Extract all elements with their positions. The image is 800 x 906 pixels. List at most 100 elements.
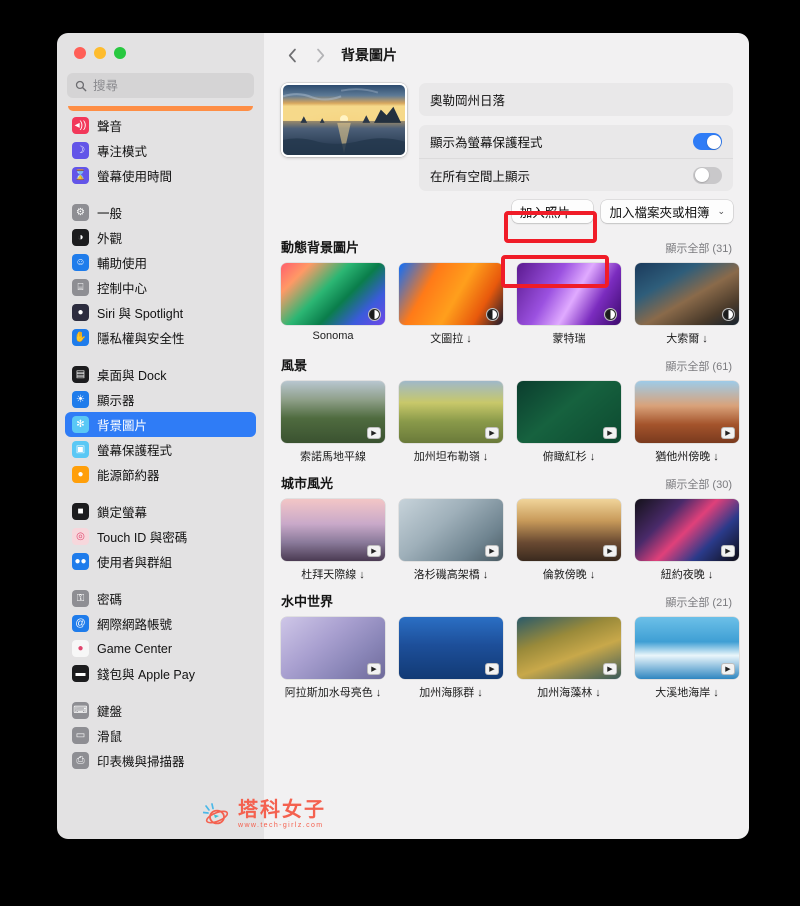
gallery-item[interactable]: ▶ 紐約夜晚 ↓ [635,499,739,582]
sidebar-item-wallpaper[interactable]: ✻ 背景圖片 [65,412,256,437]
wallpaper-thumbnail[interactable] [635,263,739,325]
gallery-item[interactable]: ▶ 加州海豚群 ↓ [399,617,503,700]
sidebar-item-label: 螢幕使用時間 [97,170,173,184]
sidebar-item-screen-time[interactable]: ⌛ 螢幕使用時間 [65,163,256,188]
gallery-item[interactable]: 大索爾 ↓ [635,263,739,346]
sidebar-item-sound[interactable]: ◂)) 聲音 [65,113,256,138]
add-folder-or-album-button[interactable]: 加入檔案夾或相簿 ⌄ [601,200,733,223]
gallery-item[interactable]: ▶ 加州海藻林 ↓ [517,617,621,700]
wallpaper-thumbnail[interactable] [517,263,621,325]
show-all-link[interactable]: 顯示全部 (21) [665,594,732,610]
sidebar-item-appearance[interactable]: ◑ 外觀 [65,225,256,250]
forward-button[interactable] [309,44,331,66]
wallpaper-thumbnail[interactable]: ▶ [517,381,621,443]
control-center-icon: ⌸ [72,279,89,296]
sidebar-item-focus[interactable]: ☽ 專注模式 [65,138,256,163]
wallpaper-thumbnail[interactable]: ▶ [399,381,503,443]
wallpaper-thumbnail[interactable] [399,263,503,325]
wallpaper-gallery: 動態背景圖片 顯示全部 (31) Sonoma 文圖拉 ↓ 蒙特瑞 大索爾 ↓ 風景 顯示全部… [264,223,749,700]
toggle-all-spaces[interactable] [693,166,722,184]
sidebar-item-general[interactable]: ⚙ 一般 [65,200,256,225]
gallery-section: 水中世界 顯示全部 (21) ▶ 阿拉斯加水母亮色 ↓ ▶ 加州海豚群 ↓ ▶ 加州海藻林 ↓… [281,591,749,700]
screen-time-icon: ⌛ [72,167,89,184]
chevron-left-icon [288,48,296,62]
detail-scroll-area[interactable]: 奧勒岡州日落 顯示為螢幕保護程式 在所有空間上顯示 加入照片 ⌄ 加入檔案夾或相… [264,77,749,839]
gallery-thumbnail-strip: Sonoma 文圖拉 ↓ 蒙特瑞 大索爾 ↓ [281,263,749,346]
gallery-item[interactable]: ▶ 猶他州傍晚 ↓ [635,381,739,464]
wallpaper-thumbnail-label: 加州海豚群 ↓ [419,687,483,699]
gallery-item[interactable]: 文圖拉 ↓ [399,263,503,346]
gallery-item[interactable]: ▶ 倫敦傍晚 ↓ [517,499,621,582]
back-button[interactable] [281,44,303,66]
sidebar-item-keyboard[interactable]: ⌨ 鍵盤 [65,698,256,723]
watermark-url: www.tech-girlz.com [238,822,324,829]
wallpaper-thumbnail[interactable]: ▶ [281,499,385,561]
wallpaper-name-card: 奧勒岡州日落 [419,83,733,116]
sidebar-item-label: 背景圖片 [97,419,148,433]
search-field[interactable] [67,73,254,98]
add-photo-button[interactable]: 加入照片 ⌄ [511,200,594,223]
wallpaper-thumbnail[interactable]: ▶ [635,381,739,443]
sidebar-item-control-center[interactable]: ⌸ 控制中心 [65,275,256,300]
toggle-screensaver[interactable] [693,133,722,150]
sidebar-item-touch-id[interactable]: ◎ Touch ID 與密碼 [65,524,256,549]
wallpaper-thumbnail[interactable]: ▶ [635,617,739,679]
wallpaper-thumbnail-label: 阿拉斯加水母亮色 ↓ [284,687,382,699]
wallpaper-thumbnail-label: 大溪地海岸 ↓ [655,687,719,699]
internet-accounts-icon: @ [72,615,89,632]
gallery-item[interactable]: ▶ 索諾馬地平線 [281,381,385,464]
wallpaper-preview-thumbnail[interactable] [281,83,407,157]
wallpaper-thumbnail[interactable]: ▶ [281,381,385,443]
show-all-link[interactable]: 顯示全部 (61) [665,358,732,374]
gallery-item[interactable]: ▶ 洛杉磯高架橋 ↓ [399,499,503,582]
wallpaper-settings-block: 奧勒岡州日落 顯示為螢幕保護程式 在所有空間上顯示 [264,77,749,191]
search-input[interactable] [93,78,246,93]
gallery-item[interactable]: ▶ 加州坦布勒嶺 ↓ [399,381,503,464]
sidebar-item-lock-screen[interactable]: ■ 鎖定螢幕 [65,499,256,524]
sidebar-item-accessibility[interactable]: ☺ 輔助使用 [65,250,256,275]
gallery-item[interactable]: ▶ 大溪地海岸 ↓ [635,617,739,700]
gallery-thumbnail-strip: ▶ 阿拉斯加水母亮色 ↓ ▶ 加州海豚群 ↓ ▶ 加州海藻林 ↓ ▶ 大溪地海岸 ↓ [281,617,749,700]
desktop-dock-icon: ▤ [72,366,89,383]
sidebar-item-siri[interactable]: ● Siri 與 Spotlight [65,300,256,325]
sidebar-item-energy-saver[interactable]: ● 能源節約器 [65,462,256,487]
show-all-link[interactable]: 顯示全部 (30) [665,476,732,492]
wallpaper-thumbnail[interactable]: ▶ [517,499,621,561]
sidebar-item-users-groups[interactable]: ●● 使用者與群組 [65,549,256,574]
show-all-link[interactable]: 顯示全部 (31) [665,240,732,256]
gallery-item[interactable]: Sonoma [281,263,385,346]
sidebar-item-wallet[interactable]: ▬ 錢包與 Apple Pay [65,661,256,686]
sidebar-item-label: 外觀 [97,232,123,246]
sidebar-item-game-center[interactable]: ● Game Center [65,636,256,661]
wallpaper-thumbnail[interactable]: ▶ [399,499,503,561]
sidebar-item-screensaver[interactable]: ▣ 螢幕保護程式 [65,437,256,462]
sidebar-nav[interactable]: ◂)) 聲音 ☽ 專注模式 ⌛ 螢幕使用時間 ⚙ 一般 ◑ 外觀 ☺ 輔助使用 ⌸ 控制中心 ● Siri 與… [57,106,264,839]
minimize-window-button[interactable] [94,47,106,59]
sidebar-item-mouse[interactable]: ▭ 滑鼠 [65,723,256,748]
sidebar-item-passwords[interactable]: ⚿ 密碼 [65,586,256,611]
gallery-item[interactable]: ▶ 阿拉斯加水母亮色 ↓ [281,617,385,700]
sidebar-item-displays[interactable]: ☀ 顯示器 [65,387,256,412]
sidebar-item-internet-accounts[interactable]: @ 網際網路帳號 [65,611,256,636]
wallpaper-thumbnail[interactable]: ▶ [517,617,621,679]
maximize-window-button[interactable] [114,47,126,59]
gallery-item[interactable]: 蒙特瑞 [517,263,621,346]
wallpaper-thumbnail[interactable]: ▶ [399,617,503,679]
chevron-right-icon [316,48,324,62]
gallery-item[interactable]: ▶ 杜拜天際線 ↓ [281,499,385,582]
gallery-section-title: 城市風光 [281,476,334,491]
wallpaper-thumbnail[interactable]: ▶ [281,617,385,679]
sidebar-item-printers-scanners[interactable]: ⎙ 印表機與掃描器 [65,748,256,773]
sidebar-item-label: 錢包與 Apple Pay [97,668,195,682]
gallery-item[interactable]: ▶ 俯瞰紅杉 ↓ [517,381,621,464]
chevron-down-icon: ⌄ [717,206,725,216]
sidebar-item-partial-above[interactable] [68,106,253,111]
sidebar-item-label: 聲音 [97,120,123,134]
wallpaper-thumbnail[interactable] [281,263,385,325]
sidebar-item-label: 控制中心 [97,282,148,296]
wallpaper-thumbnail[interactable]: ▶ [635,499,739,561]
sidebar-item-desktop-dock[interactable]: ▤ 桌面與 Dock [65,362,256,387]
sidebar-item-privacy[interactable]: ✋ 隱私權與安全性 [65,325,256,350]
close-window-button[interactable] [74,47,86,59]
sidebar-item-label: 鍵盤 [97,705,123,719]
